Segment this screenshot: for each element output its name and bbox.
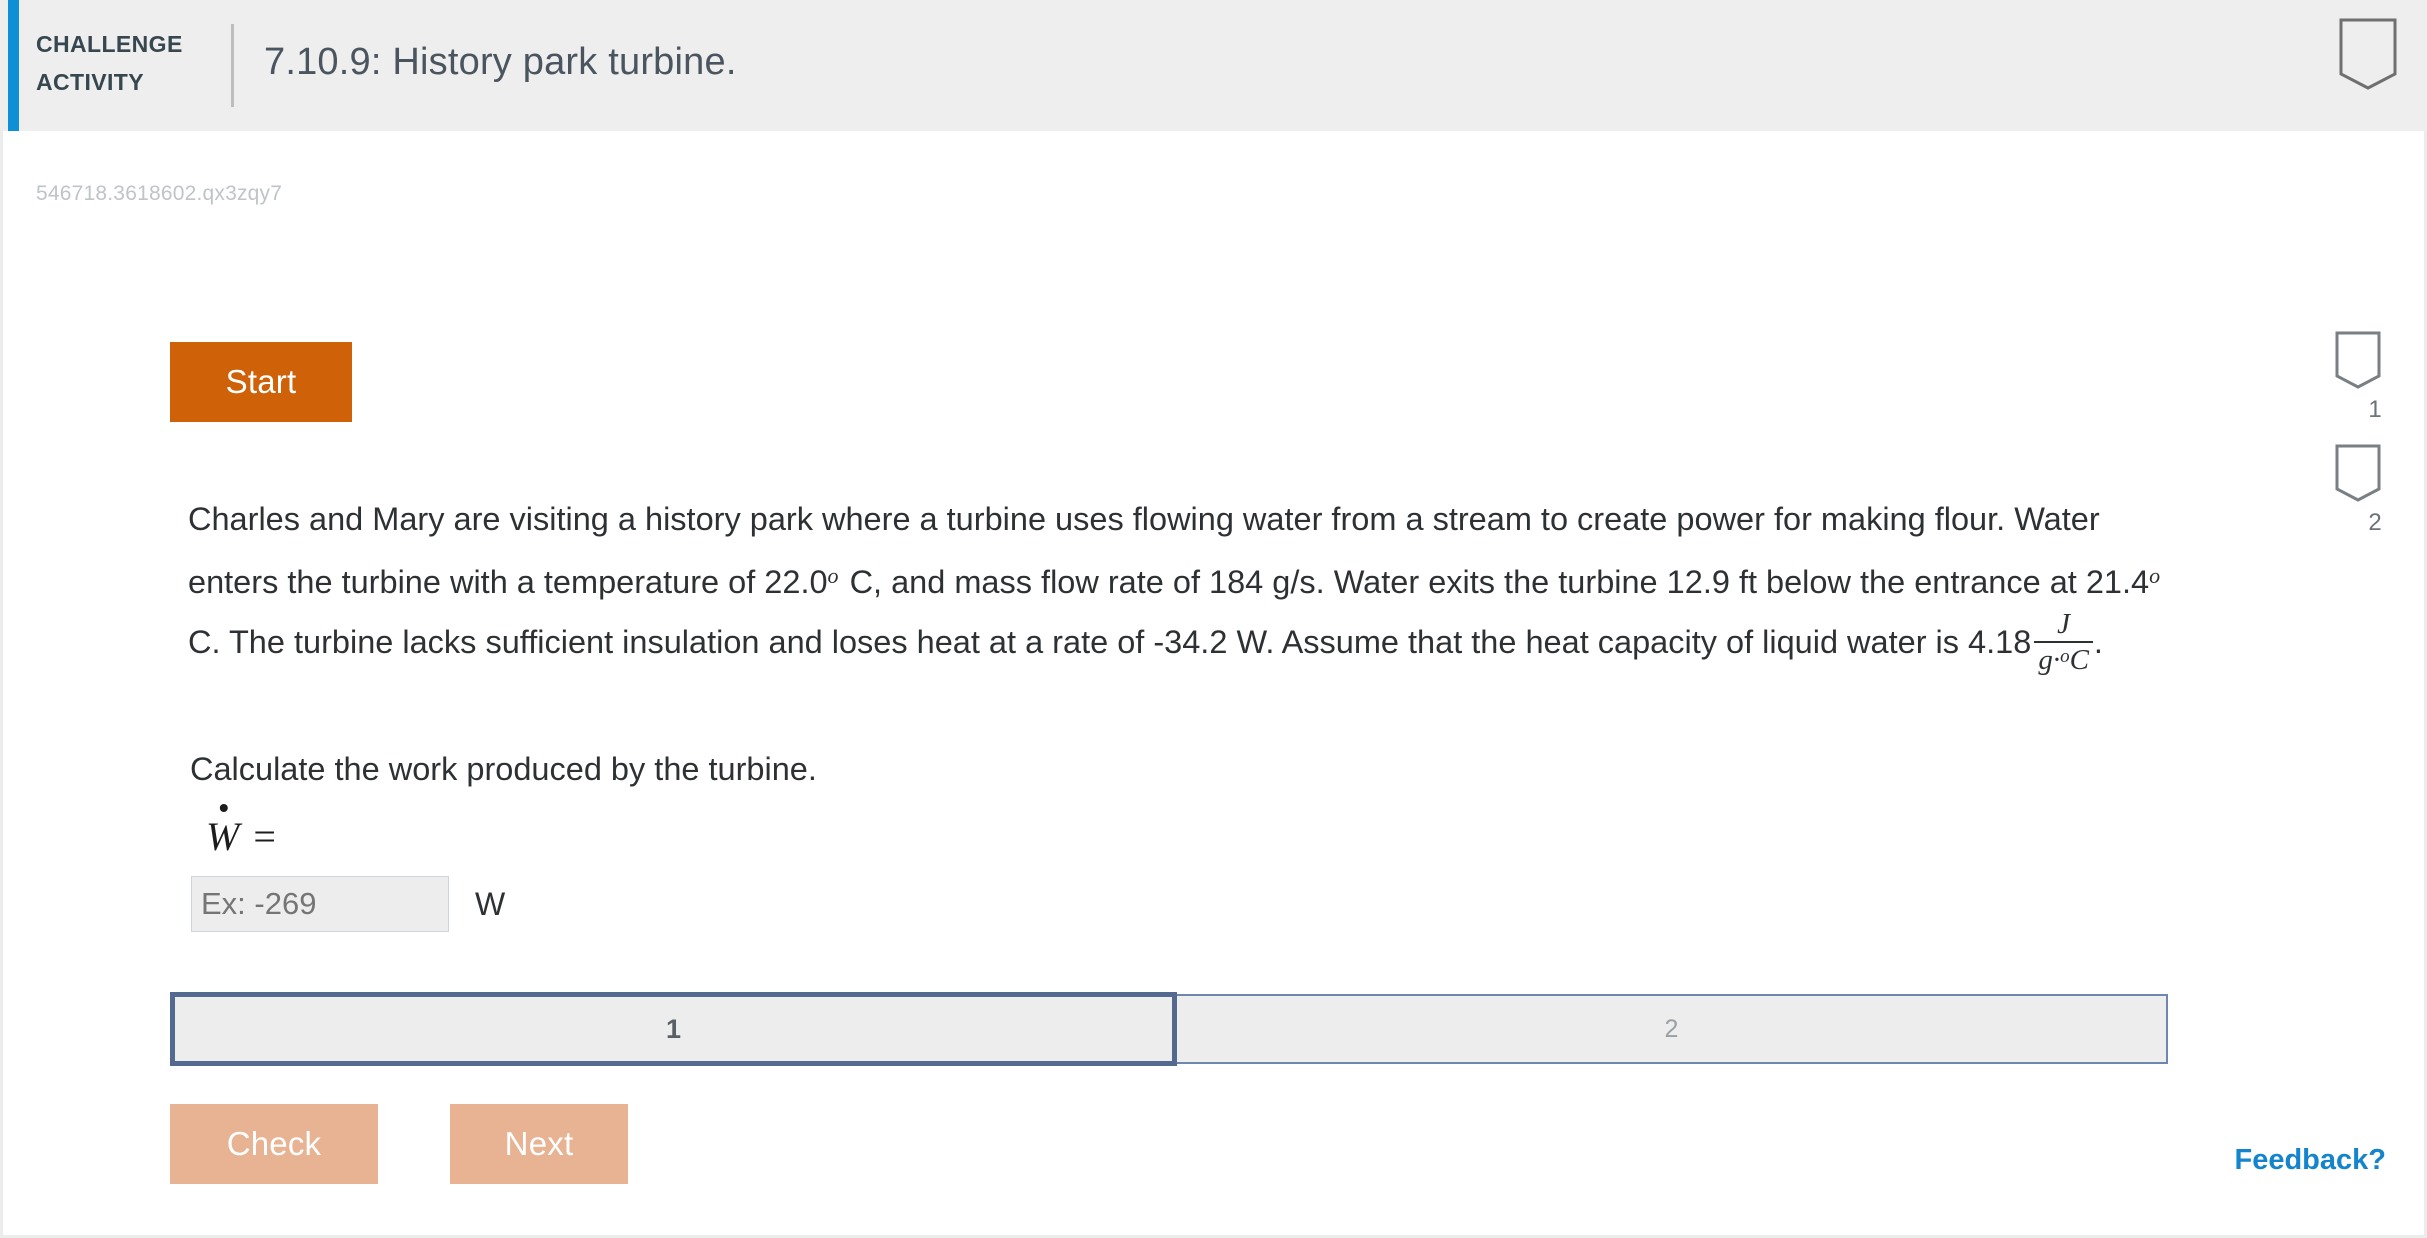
- check-button[interactable]: Check: [170, 1104, 378, 1184]
- question-text-part3: C. The turbine lacks sufficient insulati…: [188, 624, 2032, 660]
- challenge-activity-label-line2: ACTIVITY: [36, 69, 144, 95]
- activity-header: CHALLENGE ACTIVITY 7.10.9: History park …: [0, 0, 2427, 131]
- question-degree-sup-1: o: [827, 562, 839, 588]
- challenge-activity-label-line1: CHALLENGE: [36, 31, 183, 57]
- answer-row: W: [191, 876, 505, 932]
- answer-symbol-letter: W: [206, 814, 240, 859]
- action-buttons: Check Next: [170, 1104, 628, 1184]
- answer-unit-label: W: [475, 885, 506, 922]
- step-tab-2[interactable]: 2: [1175, 994, 2168, 1064]
- activity-id: 546718.3618602.qx3zqy7: [36, 182, 283, 205]
- pennant-icon: [2339, 18, 2397, 90]
- heat-capacity-fraction: Jg·oC: [2034, 610, 2093, 675]
- step-tab-1[interactable]: 1: [170, 992, 1177, 1066]
- header-divider: [231, 24, 234, 107]
- feedback-link[interactable]: Feedback?: [2235, 1144, 2387, 1177]
- question-text-part4: .: [2093, 624, 2103, 660]
- challenge-activity-label: CHALLENGE ACTIVITY: [36, 25, 216, 101]
- rail-item-2-label: 2: [2368, 509, 2382, 536]
- equals-sign: =: [253, 814, 276, 859]
- step-tabs: 1 2: [170, 992, 2168, 1066]
- progress-rail: 1 2: [2335, 331, 2415, 557]
- question-degree-sup-2: o: [2149, 562, 2161, 588]
- rail-item-1[interactable]: 1: [2335, 331, 2415, 422]
- start-button[interactable]: Start: [170, 342, 352, 422]
- question-text-part2: C, and mass flow rate of 184 g/s. Water …: [849, 563, 2150, 600]
- fraction-denominator-c: C: [2069, 644, 2089, 676]
- challenge-activity-page: CHALLENGE ACTIVITY 7.10.9: History park …: [0, 0, 2427, 1238]
- w-dot-symbol: W: [206, 804, 240, 860]
- fraction-numerator: J: [2057, 608, 2071, 640]
- pennant-icon: [2335, 331, 2415, 389]
- fraction-denominator-degree: o: [2060, 646, 2070, 667]
- activity-content: 546718.3618602.qx3zqy7 Start Charles and…: [0, 131, 2427, 1238]
- rail-item-1-label: 1: [2368, 396, 2382, 423]
- rail-item-2[interactable]: 2: [2335, 444, 2415, 535]
- next-button[interactable]: Next: [450, 1104, 628, 1184]
- fraction-denominator-g: g·: [2038, 644, 2061, 676]
- answer-input[interactable]: [191, 876, 449, 932]
- header-accent-bar: [8, 0, 19, 131]
- question-prompt: Calculate the work produced by the turbi…: [190, 751, 817, 787]
- fraction-denominator: g·oC: [2034, 643, 2093, 675]
- page-title: 7.10.9: History park turbine.: [264, 41, 737, 83]
- pennant-icon: [2335, 444, 2415, 502]
- answer-symbol: W =: [206, 804, 276, 860]
- question-statement: Charles and Mary are visiting a history …: [188, 492, 2188, 675]
- dot-accent-icon: [219, 804, 228, 812]
